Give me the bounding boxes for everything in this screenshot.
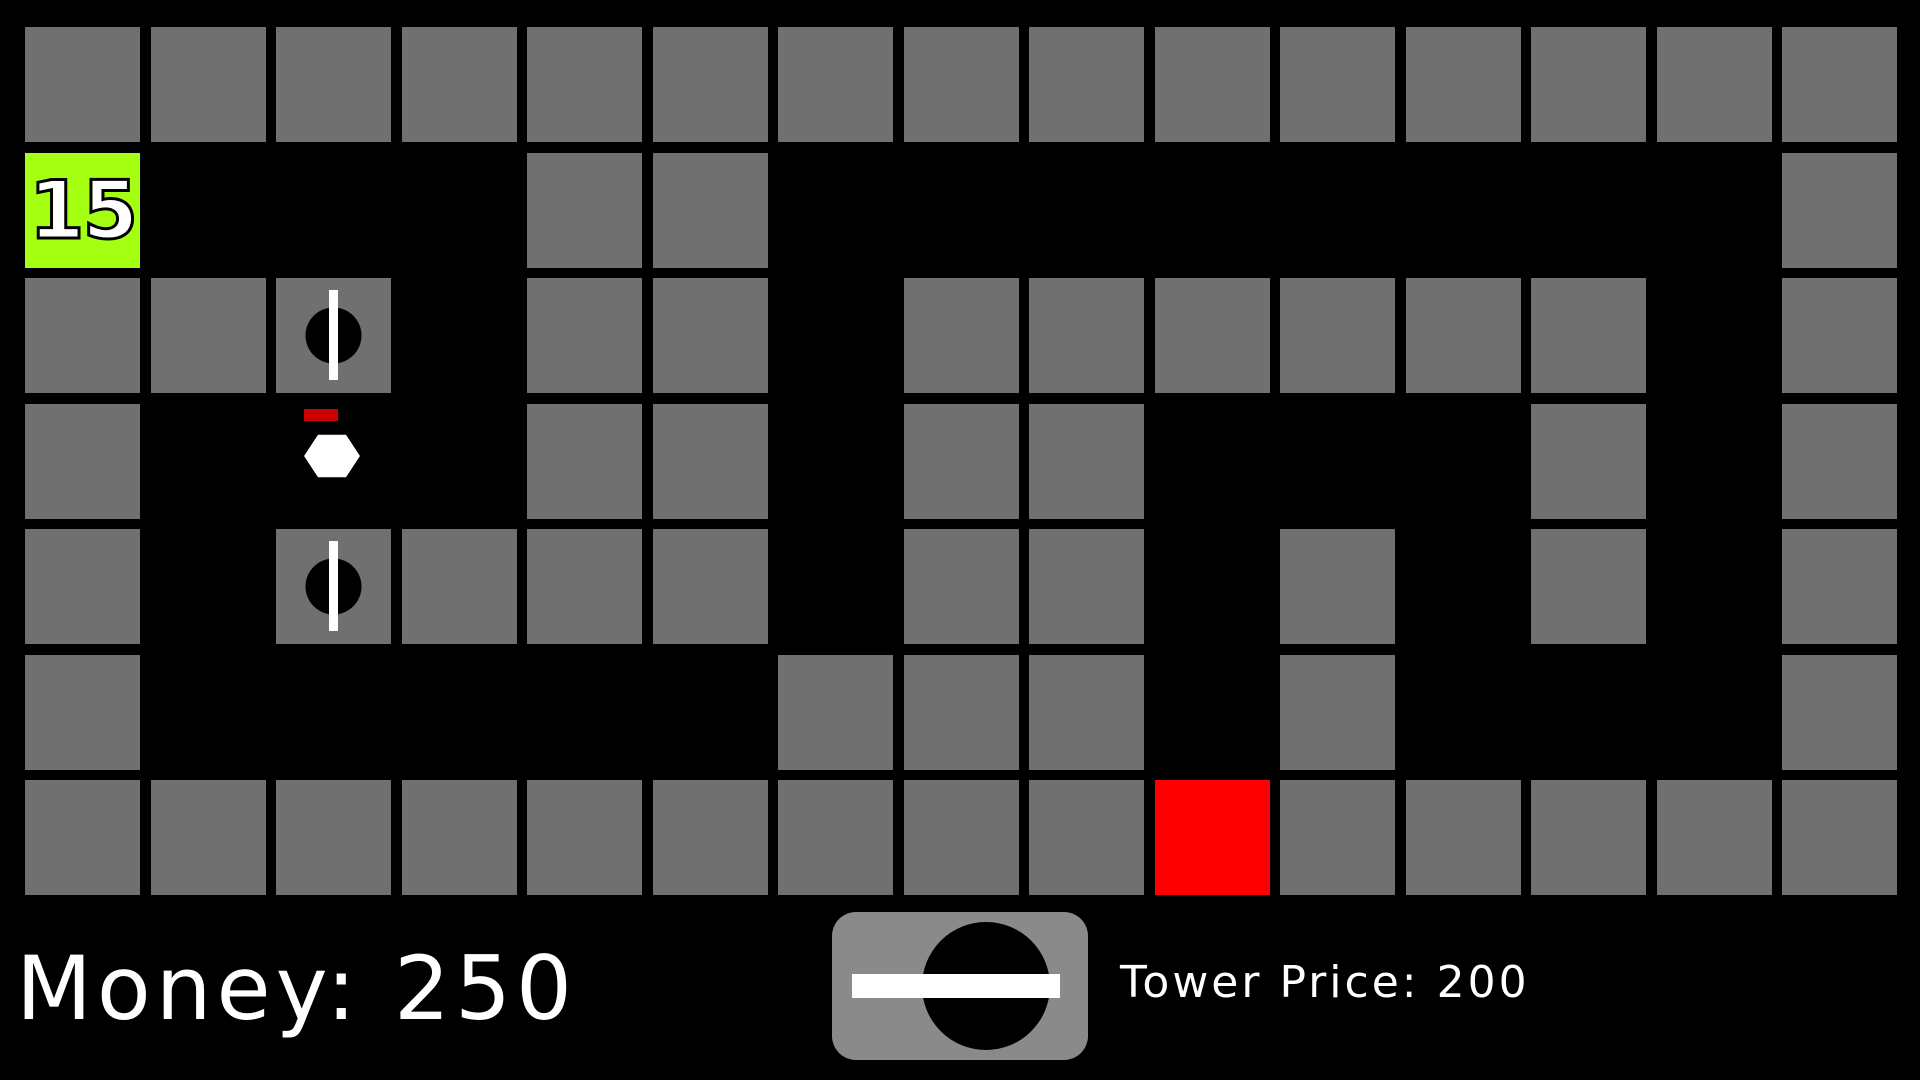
buildable-tile[interactable]: [25, 529, 140, 644]
buildable-tile[interactable]: [1029, 278, 1144, 393]
buildable-tile[interactable]: [904, 529, 1019, 644]
tower-sprite: [305, 290, 362, 380]
buildable-tile[interactable]: [151, 780, 266, 895]
enemy-spawn-tile: 15: [25, 153, 140, 268]
buildable-tile[interactable]: [1782, 278, 1897, 393]
buildable-tile[interactable]: [25, 404, 140, 519]
buildable-tile[interactable]: [653, 278, 768, 393]
enemy-health-bar: [303, 408, 338, 421]
tower-icon: [852, 922, 1060, 1050]
buildable-tile[interactable]: [1531, 780, 1646, 895]
buildable-tile[interactable]: [653, 780, 768, 895]
buildable-tile[interactable]: [527, 27, 642, 142]
buildable-tile[interactable]: [1280, 278, 1395, 393]
buildable-tile[interactable]: [1155, 27, 1270, 142]
buildable-tile[interactable]: [1782, 780, 1897, 895]
buildable-tile[interactable]: [527, 404, 642, 519]
money-display: Money: 250: [16, 937, 577, 1040]
buildable-tile[interactable]: [1280, 529, 1395, 644]
buildable-tile[interactable]: [1406, 780, 1521, 895]
buildable-tile[interactable]: [1406, 278, 1521, 393]
buildable-tile[interactable]: [151, 278, 266, 393]
buildable-tile[interactable]: [653, 27, 768, 142]
wave-countdown: 15: [27, 163, 139, 257]
buildable-tile[interactable]: [778, 655, 893, 770]
buildable-tile[interactable]: [1782, 404, 1897, 519]
buildable-tile[interactable]: [151, 27, 266, 142]
buy-tower-button[interactable]: [832, 912, 1088, 1060]
buildable-tile[interactable]: [527, 780, 642, 895]
buildable-tile[interactable]: [1029, 780, 1144, 895]
buildable-tile[interactable]: [1029, 27, 1144, 142]
buildable-tile[interactable]: [276, 780, 391, 895]
tower[interactable]: [276, 278, 391, 393]
buildable-tile[interactable]: [402, 27, 517, 142]
buildable-tile[interactable]: [904, 278, 1019, 393]
buildable-tile[interactable]: [653, 529, 768, 644]
buildable-tile[interactable]: [527, 153, 642, 268]
buildable-tile[interactable]: [1782, 529, 1897, 644]
buildable-tile[interactable]: [276, 27, 391, 142]
enemy: [303, 434, 360, 477]
buildable-tile[interactable]: [25, 27, 140, 142]
tower-price-label: Tower Price: 200: [1120, 957, 1530, 1008]
buildable-tile[interactable]: [527, 529, 642, 644]
buildable-tile[interactable]: [1155, 278, 1270, 393]
game-board[interactable]: 15: [0, 0, 1920, 900]
buildable-tile[interactable]: [1782, 655, 1897, 770]
buildable-tile[interactable]: [1657, 780, 1772, 895]
buildable-tile[interactable]: [1531, 278, 1646, 393]
tower-sprite: [305, 541, 362, 631]
buildable-tile[interactable]: [1657, 27, 1772, 142]
buildable-tile[interactable]: [778, 27, 893, 142]
buildable-tile[interactable]: [904, 27, 1019, 142]
buildable-tile[interactable]: [1782, 153, 1897, 268]
buildable-tile[interactable]: [778, 780, 893, 895]
buildable-tile[interactable]: [1029, 655, 1144, 770]
buildable-tile[interactable]: [25, 278, 140, 393]
buildable-tile[interactable]: [1531, 27, 1646, 142]
buildable-tile[interactable]: [1531, 404, 1646, 519]
base-goal-tile: [1155, 780, 1270, 895]
tower[interactable]: [276, 529, 391, 644]
buildable-tile[interactable]: [1406, 27, 1521, 142]
buildable-tile[interactable]: [1280, 27, 1395, 142]
buildable-tile[interactable]: [1029, 404, 1144, 519]
buildable-tile[interactable]: [904, 780, 1019, 895]
buildable-tile[interactable]: [904, 404, 1019, 519]
buildable-tile[interactable]: [1531, 529, 1646, 644]
buildable-tile[interactable]: [1280, 655, 1395, 770]
buildable-tile[interactable]: [527, 278, 642, 393]
buildable-tile[interactable]: [402, 529, 517, 644]
buildable-tile[interactable]: [402, 780, 517, 895]
buildable-tile[interactable]: [1782, 27, 1897, 142]
buildable-tile[interactable]: [1029, 529, 1144, 644]
buildable-tile[interactable]: [904, 655, 1019, 770]
buildable-tile[interactable]: [653, 404, 768, 519]
buildable-tile[interactable]: [25, 780, 140, 895]
buildable-tile[interactable]: [25, 655, 140, 770]
buildable-tile[interactable]: [653, 153, 768, 268]
buildable-tile[interactable]: [1280, 780, 1395, 895]
